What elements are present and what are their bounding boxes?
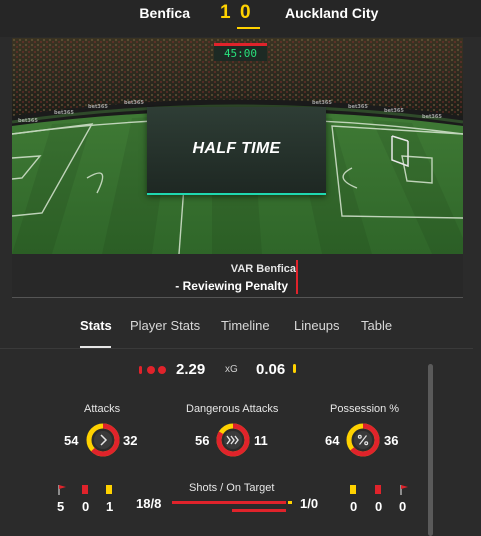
possession-ring [346, 423, 380, 457]
shots-on-target-home-bar [232, 509, 286, 512]
attacks-home-value: 54 [64, 433, 79, 448]
score-underline [237, 27, 260, 29]
xg-label: xG [225, 364, 238, 375]
tab-divider [0, 348, 473, 349]
red-card-icon [375, 485, 381, 494]
svg-text:bet365: bet365 [18, 118, 38, 124]
svg-text:bet365: bet365 [54, 110, 74, 116]
svg-text:bet365: bet365 [422, 114, 442, 120]
xg-away-dot [293, 364, 296, 373]
tab-player-stats[interactable]: Player Stats [130, 318, 200, 333]
yellow-card-icon [350, 485, 356, 494]
shots-total-away-bar [287, 501, 292, 504]
shots-total-home-bar [172, 501, 286, 504]
home-score: 1 [220, 2, 231, 23]
home-red-cards-value: 0 [82, 499, 90, 514]
away-team-name: Auckland City [285, 5, 379, 21]
away-yellow-cards-value: 0 [350, 499, 358, 514]
svg-text:bet365: bet365 [348, 104, 368, 110]
tab-timeline[interactable]: Timeline [221, 318, 270, 333]
xg-home-value: 2.29 [176, 361, 206, 378]
home-corners-value: 5 [57, 499, 65, 514]
yellow-card-icon [106, 485, 112, 494]
xg-away-value: 0.06 [256, 361, 286, 378]
tab-bar: Stats Player Stats Timeline Lineups Tabl… [0, 312, 481, 348]
dangerous-attacks-label: Dangerous Attacks [186, 403, 279, 415]
attacks-ring [86, 423, 120, 457]
svg-text:bet365: bet365 [312, 100, 332, 106]
away-score: 0 [240, 2, 251, 23]
corner-flag-icon [58, 485, 66, 495]
var-indicator [296, 260, 298, 294]
match-status-text: HALF TIME [192, 140, 281, 157]
var-detail: - Reviewing Penalty [175, 279, 288, 293]
shots-away-value: 1/0 [300, 496, 319, 511]
scrollbar[interactable] [428, 364, 433, 536]
half-time-banner: HALF TIME [147, 107, 326, 195]
shots-home-value: 18/8 [136, 496, 162, 511]
var-notification: VAR Benfica - Reviewing Penalty [12, 254, 463, 297]
red-card-icon [82, 485, 88, 494]
match-clock: 45:00 [214, 43, 267, 61]
dangerous-attacks-home-value: 56 [195, 433, 210, 448]
match-visualizer: bet365 bet365 bet365 bet365 bet365 bet365 bet… [12, 38, 463, 298]
possession-home-value: 64 [325, 433, 340, 448]
match-header: Benfica 1 0 Auckland City [0, 0, 481, 37]
xg-home-dots [139, 366, 166, 374]
tab-lineups[interactable]: Lineups [294, 318, 340, 333]
away-red-cards-value: 0 [375, 499, 383, 514]
away-corners-value: 0 [399, 499, 407, 514]
svg-text:bet365: bet365 [384, 108, 404, 114]
tab-stats[interactable]: Stats [80, 318, 112, 333]
home-team-name: Benfica [139, 5, 190, 21]
attacks-label: Attacks [84, 403, 121, 415]
tab-table[interactable]: Table [361, 318, 392, 333]
home-yellow-cards-value: 1 [106, 499, 114, 514]
shots-label: Shots / On Target [189, 482, 275, 494]
possession-label: Possession % [330, 403, 400, 415]
var-title: VAR Benfica [230, 263, 296, 275]
dangerous-attacks-ring [216, 423, 250, 457]
svg-text:bet365: bet365 [88, 104, 108, 110]
possession-away-value: 36 [384, 433, 399, 448]
attacks-away-value: 32 [123, 433, 138, 448]
corner-flag-icon [400, 485, 408, 495]
dangerous-attacks-away-value: 11 [254, 433, 268, 448]
svg-text:bet365: bet365 [124, 100, 144, 106]
